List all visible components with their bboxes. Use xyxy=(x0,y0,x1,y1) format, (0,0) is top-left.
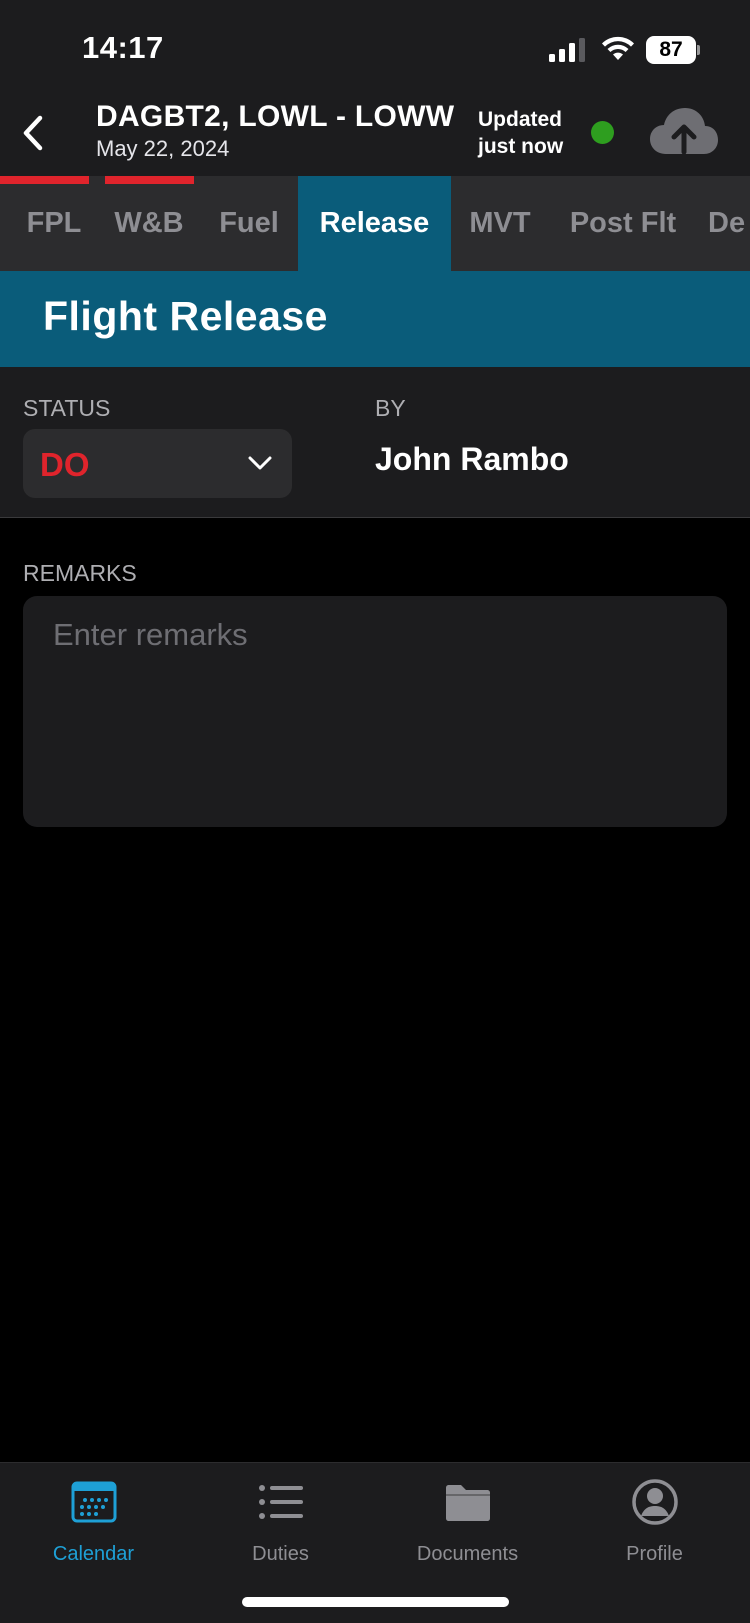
back-button[interactable] xyxy=(10,108,56,158)
flight-title: DAGBT2, LOWL - LOWW xyxy=(96,100,455,133)
chevron-down-icon xyxy=(248,456,272,470)
status-dropdown[interactable]: DO xyxy=(23,429,292,498)
battery-icon: 87 xyxy=(646,36,700,64)
cellular-signal-icon xyxy=(549,38,585,62)
nav-calendar[interactable]: Calendar xyxy=(0,1463,187,1583)
tab-bar: FPL W&B Fuel Release MVT Post Flt De xyxy=(0,176,750,271)
nav-duties[interactable]: Duties xyxy=(187,1463,374,1583)
flight-date: May 22, 2024 xyxy=(96,136,230,161)
status-time: 14:17 xyxy=(82,30,164,65)
tab-mvt[interactable]: MVT xyxy=(461,176,539,271)
remarks-label: REMARKS xyxy=(23,560,137,586)
section-header: Flight Release xyxy=(0,271,750,367)
status-bar: 14:17 87 xyxy=(0,0,750,96)
tab-post-flt[interactable]: Post Flt xyxy=(558,176,688,271)
calendar-icon xyxy=(71,1481,117,1523)
page-title: Flight Release xyxy=(43,293,328,339)
remarks-input[interactable] xyxy=(23,596,727,827)
folder-icon xyxy=(446,1485,490,1521)
sync-status: Updated just now xyxy=(478,108,564,158)
flight-info: DAGBT2, LOWL - LOWW May 22, 2024 xyxy=(96,100,454,162)
nav-documents[interactable]: Documents xyxy=(374,1463,561,1583)
home-indicator xyxy=(242,1597,509,1607)
tab-fuel[interactable]: Fuel xyxy=(210,176,288,271)
wifi-icon xyxy=(602,36,634,60)
tab-wb[interactable]: W&B xyxy=(108,176,190,271)
app-header: 14:17 87 DAGBT2, LOWL - LOWW May 22, 202… xyxy=(0,0,750,176)
tab-de[interactable]: De xyxy=(708,176,750,271)
status-label: STATUS xyxy=(23,395,111,421)
by-label: BY xyxy=(375,395,406,421)
nav-duties-label: Duties xyxy=(252,1543,309,1565)
cloud-upload-icon[interactable] xyxy=(648,104,720,160)
nav-profile[interactable]: Profile xyxy=(561,1463,748,1583)
tab-release[interactable]: Release xyxy=(298,176,451,271)
status-value: DO xyxy=(40,446,90,483)
tab-fpl[interactable]: FPL xyxy=(18,176,90,271)
profile-icon xyxy=(632,1479,678,1525)
sync-status-dot xyxy=(591,121,614,144)
battery-level: 87 xyxy=(659,38,683,61)
list-icon xyxy=(259,1485,303,1519)
nav-calendar-label: Calendar xyxy=(52,1543,135,1565)
released-by: John Rambo xyxy=(375,441,569,477)
nav-profile-label: Profile xyxy=(626,1543,683,1565)
nav-documents-label: Documents xyxy=(416,1543,519,1565)
